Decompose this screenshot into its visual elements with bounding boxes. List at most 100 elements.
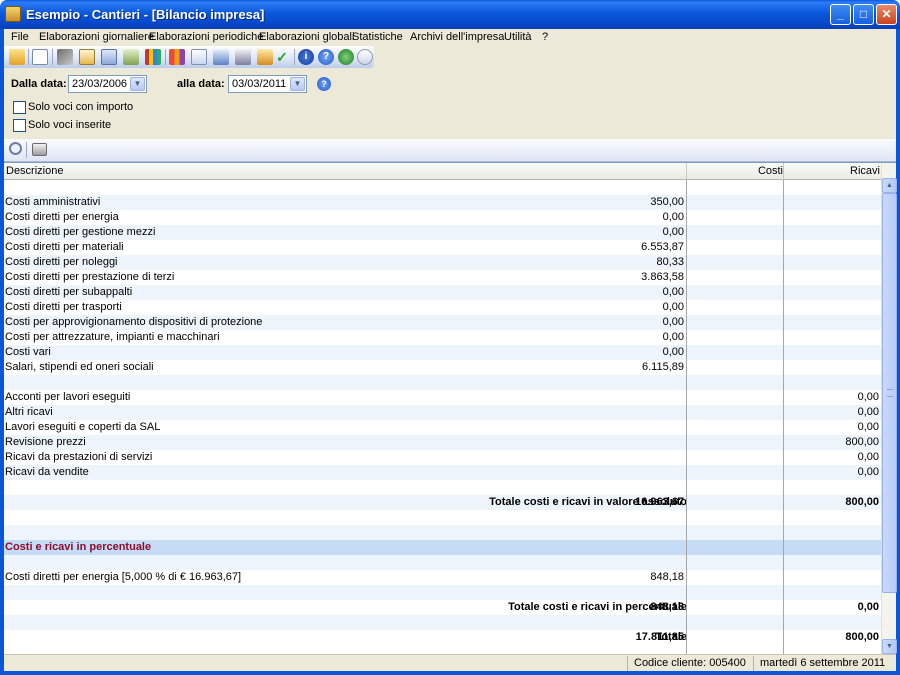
row-description: Ricavi da prestazioni di servizi — [5, 451, 153, 463]
toolbar-separator — [165, 49, 166, 65]
table-row[interactable]: Ricavi da prestazioni di servizi 0,00 — [4, 450, 881, 465]
scroll-up-button[interactable]: ▲ — [882, 178, 897, 193]
table-row[interactable]: Ricavi da vendite 0,00 — [4, 465, 881, 480]
scroll-down-button[interactable]: ▼ — [882, 639, 897, 654]
row-description: Acconti per lavori eseguiti — [5, 391, 131, 403]
table-row[interactable]: Costi diretti per energia [5,000 % di € … — [4, 570, 881, 585]
vertical-scrollbar[interactable]: ▲ ▼ — [881, 163, 897, 655]
print-icon[interactable] — [32, 143, 47, 156]
row-costi: 848,18 — [650, 571, 684, 583]
window-title: Esempio - Cantieri - [Bilancio impresa] — [26, 7, 265, 22]
menu-elaborazioni-periodiche[interactable]: Elaborazioni periodiche — [149, 31, 263, 43]
row-description: Costi amministrativi — [5, 196, 101, 208]
chevron-down-icon[interactable]: ▼ — [290, 77, 305, 91]
menu-archivi-impresa[interactable]: Archivi dell'impresa — [410, 31, 504, 43]
column-header-costi[interactable]: Costi — [758, 165, 783, 177]
from-date-field[interactable]: 23/03/2006 ▼ — [68, 75, 147, 93]
row-description: Costi per approvigionamento dispositivi … — [5, 316, 263, 328]
section-header-row[interactable]: Costi e ricavi in percentuale — [4, 540, 881, 555]
wrench-icon[interactable] — [57, 49, 73, 65]
table-row[interactable]: Altri ricavi 0,00 — [4, 405, 881, 420]
column-header-descrizione[interactable]: Descrizione — [6, 165, 63, 177]
scroll-thumb[interactable] — [882, 193, 897, 593]
only-inserted-checkbox[interactable] — [13, 119, 26, 132]
check-icon[interactable]: ✓ — [274, 49, 290, 65]
table-row[interactable]: Costi diretti per noleggi 80,33 — [4, 255, 881, 270]
edit-icon[interactable] — [79, 49, 95, 65]
table-row[interactable]: Costi diretti per trasporti 0,00 — [4, 300, 881, 315]
table-row[interactable] — [4, 555, 881, 570]
row-description: Costi diretti per gestione mezzi — [5, 226, 156, 238]
document-icon[interactable] — [32, 49, 48, 65]
calendar-icon[interactable] — [235, 49, 251, 65]
menu-help[interactable]: ? — [542, 31, 548, 43]
table-row[interactable]: Costi vari 0,00 — [4, 345, 881, 360]
table-row[interactable] — [4, 180, 881, 195]
help-icon[interactable]: ? — [318, 49, 334, 65]
row-costi: 0,00 — [662, 226, 684, 238]
row-ricavi: 0,00 — [857, 601, 879, 613]
row-description: Ricavi da vendite — [5, 466, 89, 478]
chevron-down-icon[interactable]: ▼ — [130, 77, 145, 91]
table-row[interactable] — [4, 480, 881, 495]
menu-elaborazioni-giornaliere[interactable]: Elaborazioni giornaliere — [39, 31, 154, 43]
total-row[interactable]: Totale costi e ricavi in percentuale 848,… — [4, 600, 881, 615]
table-row[interactable] — [4, 585, 881, 600]
only-with-amount-checkbox[interactable] — [13, 101, 26, 114]
search-icon[interactable] — [9, 142, 22, 155]
table-row[interactable]: Acconti per lavori eseguiti 0,00 — [4, 390, 881, 405]
bar-chart-icon[interactable] — [169, 49, 185, 65]
info-icon[interactable]: i — [298, 49, 314, 65]
table-row[interactable] — [4, 375, 881, 390]
row-description: Revisione prezzi — [5, 436, 86, 448]
table-row[interactable]: Costi diretti per materiali 6.553,87 — [4, 240, 881, 255]
table-row[interactable]: Costi diretti per energia 0,00 — [4, 210, 881, 225]
table-row[interactable]: Costi amministrativi 350,00 — [4, 195, 881, 210]
only-inserted-label: Solo voci inserite — [28, 119, 112, 131]
table-row[interactable]: Lavori eseguiti e coperti da SAL 0,00 — [4, 420, 881, 435]
help-icon[interactable]: ? — [317, 77, 331, 91]
minimize-button[interactable]: _ — [830, 4, 851, 25]
row-description: Costi diretti per energia [5,000 % di € … — [5, 571, 242, 583]
chart-icon[interactable] — [145, 49, 161, 65]
table-row[interactable]: Costi diretti per subappalti 0,00 — [4, 285, 881, 300]
cards-icon[interactable] — [213, 49, 229, 65]
maximize-button[interactable]: □ — [853, 4, 874, 25]
globe-icon[interactable] — [338, 49, 354, 65]
table-row[interactable]: Costi per attrezzature, impianti e macch… — [4, 330, 881, 345]
menu-elaborazioni-globali[interactable]: Elaborazioni globali — [259, 31, 354, 43]
table-row[interactable] — [4, 615, 881, 630]
row-costi: 0,00 — [662, 286, 684, 298]
calculator-icon[interactable] — [101, 49, 117, 65]
menu-file[interactable]: File — [11, 31, 29, 43]
app-icon[interactable] — [5, 6, 21, 22]
table-row[interactable] — [4, 510, 881, 525]
menu-utilita[interactable]: Utilità — [504, 31, 532, 43]
to-date-field[interactable]: 03/03/2011 ▼ — [228, 75, 307, 93]
table-row[interactable]: Salari, stipendi ed oneri sociali 6.115,8… — [4, 360, 881, 375]
table-row[interactable]: Costi diretti per gestione mezzi 0,00 — [4, 225, 881, 240]
from-date-value: 23/03/2006 — [72, 78, 128, 90]
grid-toolbar — [4, 139, 896, 162]
table-row[interactable]: Revisione prezzi 800,00 — [4, 435, 881, 450]
total-row[interactable]: Totale 17.811,85 800,00 — [4, 630, 881, 645]
menu-statistiche[interactable]: Statistiche — [352, 31, 403, 43]
total-row[interactable]: Totale costi e ricavi in valore assoluto… — [4, 495, 881, 510]
title-bar[interactable]: Esempio - Cantieri - [Bilancio impresa] … — [0, 0, 900, 29]
row-costi: 0,00 — [662, 316, 684, 328]
row-costi: 17.811,85 — [635, 631, 684, 643]
close-button[interactable]: ✕ — [876, 4, 897, 25]
table-row[interactable] — [4, 525, 881, 540]
book-icon[interactable] — [257, 49, 273, 65]
column-header-ricavi[interactable]: Ricavi — [850, 165, 880, 177]
open-folder-icon[interactable] — [9, 49, 25, 65]
row-description: Costi diretti per noleggi — [5, 256, 118, 268]
mail-icon[interactable] — [357, 49, 373, 65]
row-description: Costi e ricavi in percentuale — [5, 541, 152, 553]
row-ricavi: 0,00 — [857, 451, 879, 463]
network-icon[interactable] — [123, 49, 139, 65]
window-frame-bottom — [0, 671, 900, 675]
table-row[interactable]: Costi diretti per prestazione di terzi 3.… — [4, 270, 881, 285]
report-icon[interactable] — [191, 49, 207, 65]
table-row[interactable]: Costi per approvigionamento dispositivi … — [4, 315, 881, 330]
